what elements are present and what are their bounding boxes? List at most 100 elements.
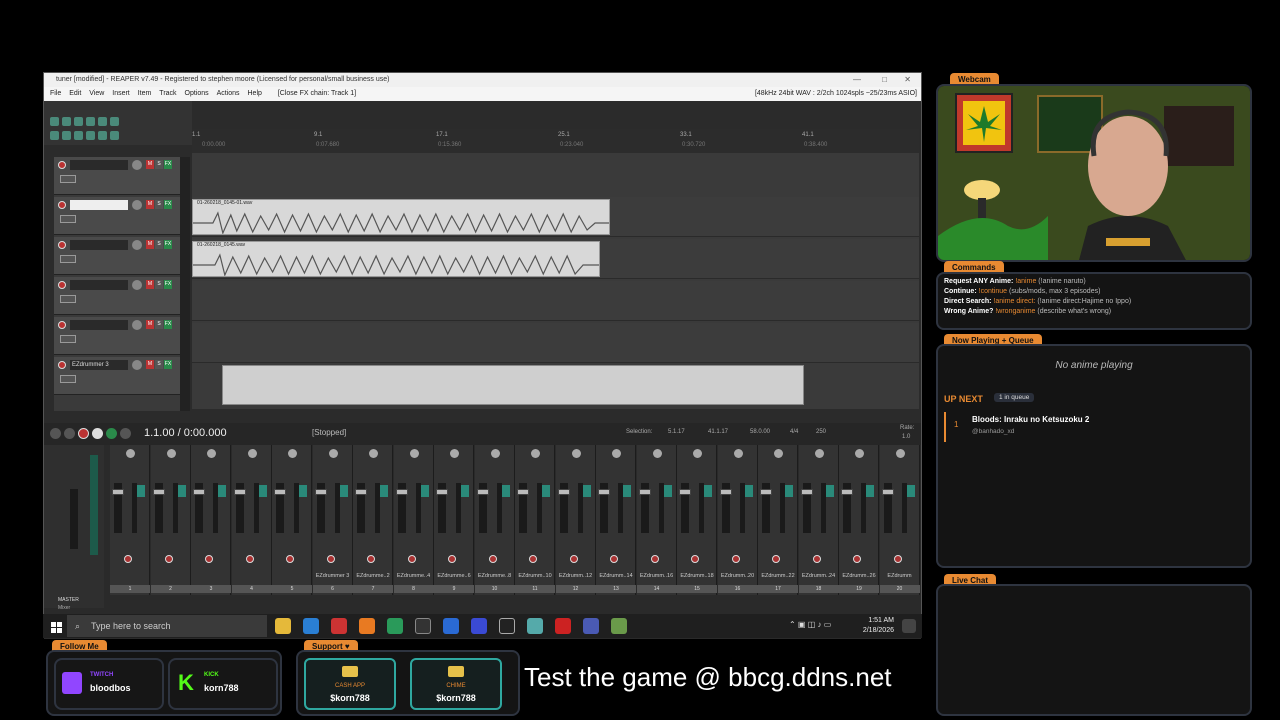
pan-knob[interactable] [207, 449, 216, 458]
io-button[interactable] [60, 175, 76, 183]
menu-item[interactable]: Item [138, 87, 152, 101]
save-project-icon[interactable] [74, 117, 83, 126]
menu-view[interactable]: View [89, 87, 104, 101]
fx-button[interactable] [420, 485, 429, 497]
pan-knob[interactable] [652, 449, 662, 458]
grid-icon[interactable] [62, 131, 71, 140]
record-arm-icon[interactable] [812, 555, 821, 563]
transport-time[interactable]: 1.1.00 / 0:00.000 [144, 427, 227, 439]
selection-end[interactable]: 41.1.17 [708, 429, 728, 435]
pan-knob[interactable] [814, 449, 824, 458]
track-name[interactable]: EZdrummer 3 [70, 360, 128, 370]
pan-knob[interactable] [531, 449, 540, 458]
io-button[interactable] [60, 255, 76, 263]
menu-insert[interactable]: Insert [112, 87, 130, 101]
reaper-icon[interactable] [611, 618, 627, 634]
fx-button[interactable] [582, 485, 591, 497]
time-signature[interactable]: 4/4 [790, 429, 798, 435]
obs-icon[interactable] [415, 618, 431, 634]
pan-knob[interactable] [693, 449, 702, 458]
minimize-icon[interactable]: — [853, 73, 861, 87]
twitch-card[interactable]: TWITCH bloodbos [54, 658, 164, 710]
mixer-channel[interactable]: EZdrumm..22 17 [758, 445, 798, 595]
notepad-icon[interactable] [527, 618, 543, 634]
fx-button[interactable] [177, 485, 186, 497]
mixer-channel[interactable]: 2 [150, 445, 191, 595]
window-titlebar[interactable]: tuner [modified] - REAPER v7.49 - Regist… [44, 73, 921, 87]
fader-handle[interactable] [436, 489, 448, 495]
fx-button[interactable] [258, 485, 267, 497]
record-arm-icon[interactable] [164, 555, 173, 563]
track-row[interactable]: EZdrummer 3 M S FX [54, 357, 180, 395]
mixer-channel[interactable]: 1 [110, 445, 150, 595]
pan-knob[interactable] [166, 449, 176, 458]
pan-knob[interactable] [369, 449, 378, 458]
fx-button[interactable] [906, 485, 915, 497]
track-row[interactable]: M S FX [54, 317, 180, 355]
mixer-channel[interactable]: EZdrumm..18 15 [677, 445, 717, 595]
fader-handle[interactable] [557, 489, 570, 495]
fx-button[interactable] [542, 485, 550, 497]
rate-value[interactable]: 1.0 [902, 434, 910, 440]
mute-button[interactable]: M [146, 200, 154, 209]
mixer-channel[interactable]: EZdrumm..10 11 [515, 445, 555, 595]
fx-button[interactable]: FX [164, 160, 172, 169]
menu-close-fx-chain[interactable]: [Close FX chain: Track 1] [278, 87, 356, 101]
master-fader[interactable] [70, 489, 78, 549]
record-arm-icon[interactable] [58, 241, 66, 249]
fader-handle[interactable] [193, 489, 205, 495]
file-explorer-icon[interactable] [275, 618, 291, 634]
track-row[interactable]: M S FX [54, 237, 180, 275]
io-button[interactable] [60, 335, 76, 343]
fader-handle[interactable] [719, 489, 732, 495]
mixer-channel[interactable]: EZdrumme..4 8 [393, 445, 434, 595]
fader-handle[interactable] [638, 489, 651, 495]
lock-icon[interactable] [110, 131, 119, 140]
go-start-icon[interactable] [50, 428, 61, 439]
volume-knob[interactable] [132, 280, 142, 290]
master-channel[interactable]: MASTER Mixer [44, 445, 104, 611]
undo-icon[interactable] [98, 117, 107, 126]
mixer-channel[interactable]: EZdrumm..24 18 [798, 445, 839, 595]
fx-button[interactable] [785, 485, 793, 497]
bpm-field[interactable]: 250 [816, 429, 826, 435]
mixer-channel[interactable]: EZdrumm..14 13 [596, 445, 636, 595]
fx-button[interactable] [461, 485, 469, 497]
track-lane[interactable] [192, 323, 919, 363]
repeat-icon[interactable] [106, 428, 117, 439]
record-arm-icon[interactable] [58, 281, 66, 289]
fader-handle[interactable] [233, 489, 246, 495]
fader-handle[interactable] [517, 489, 529, 495]
fader-handle[interactable] [112, 489, 124, 495]
record-arm-icon[interactable] [367, 555, 375, 563]
volume-knob[interactable] [132, 360, 142, 370]
pan-knob[interactable] [288, 449, 297, 458]
track-row[interactable]: M S FX [54, 197, 180, 235]
record-arm-icon[interactable] [488, 555, 497, 563]
youtube-icon[interactable] [555, 618, 571, 634]
record-arm-icon[interactable] [893, 555, 902, 563]
fx-button[interactable]: FX [164, 320, 172, 329]
menu-actions[interactable]: Actions [217, 87, 240, 101]
mixer-channel[interactable]: 3 [191, 445, 231, 595]
maximize-icon[interactable]: □ [882, 73, 887, 87]
mixer-channel[interactable]: EZdrumm..26 19 [839, 445, 879, 595]
fader-handle[interactable] [598, 489, 610, 495]
notification-icon[interactable] [902, 619, 916, 633]
track-row[interactable]: M S FX [54, 277, 180, 315]
mute-button[interactable]: M [146, 320, 154, 329]
selection-length[interactable]: 58.0.00 [750, 429, 770, 435]
project-settings-icon[interactable] [86, 117, 95, 126]
taskbar-search-input[interactable]: ⌕ Type here to search [67, 615, 267, 637]
mixer-channel[interactable]: 5 [272, 445, 312, 595]
new-project-icon[interactable] [50, 117, 59, 126]
record-arm-icon[interactable] [58, 361, 66, 369]
pan-knob[interactable] [409, 449, 419, 458]
app-icon[interactable] [583, 618, 599, 634]
pan-knob[interactable] [571, 449, 581, 458]
pan-knob[interactable] [895, 449, 905, 458]
fader-handle[interactable] [355, 489, 367, 495]
track-name[interactable] [70, 200, 128, 210]
play-icon[interactable] [92, 428, 103, 439]
io-button[interactable] [60, 295, 76, 303]
